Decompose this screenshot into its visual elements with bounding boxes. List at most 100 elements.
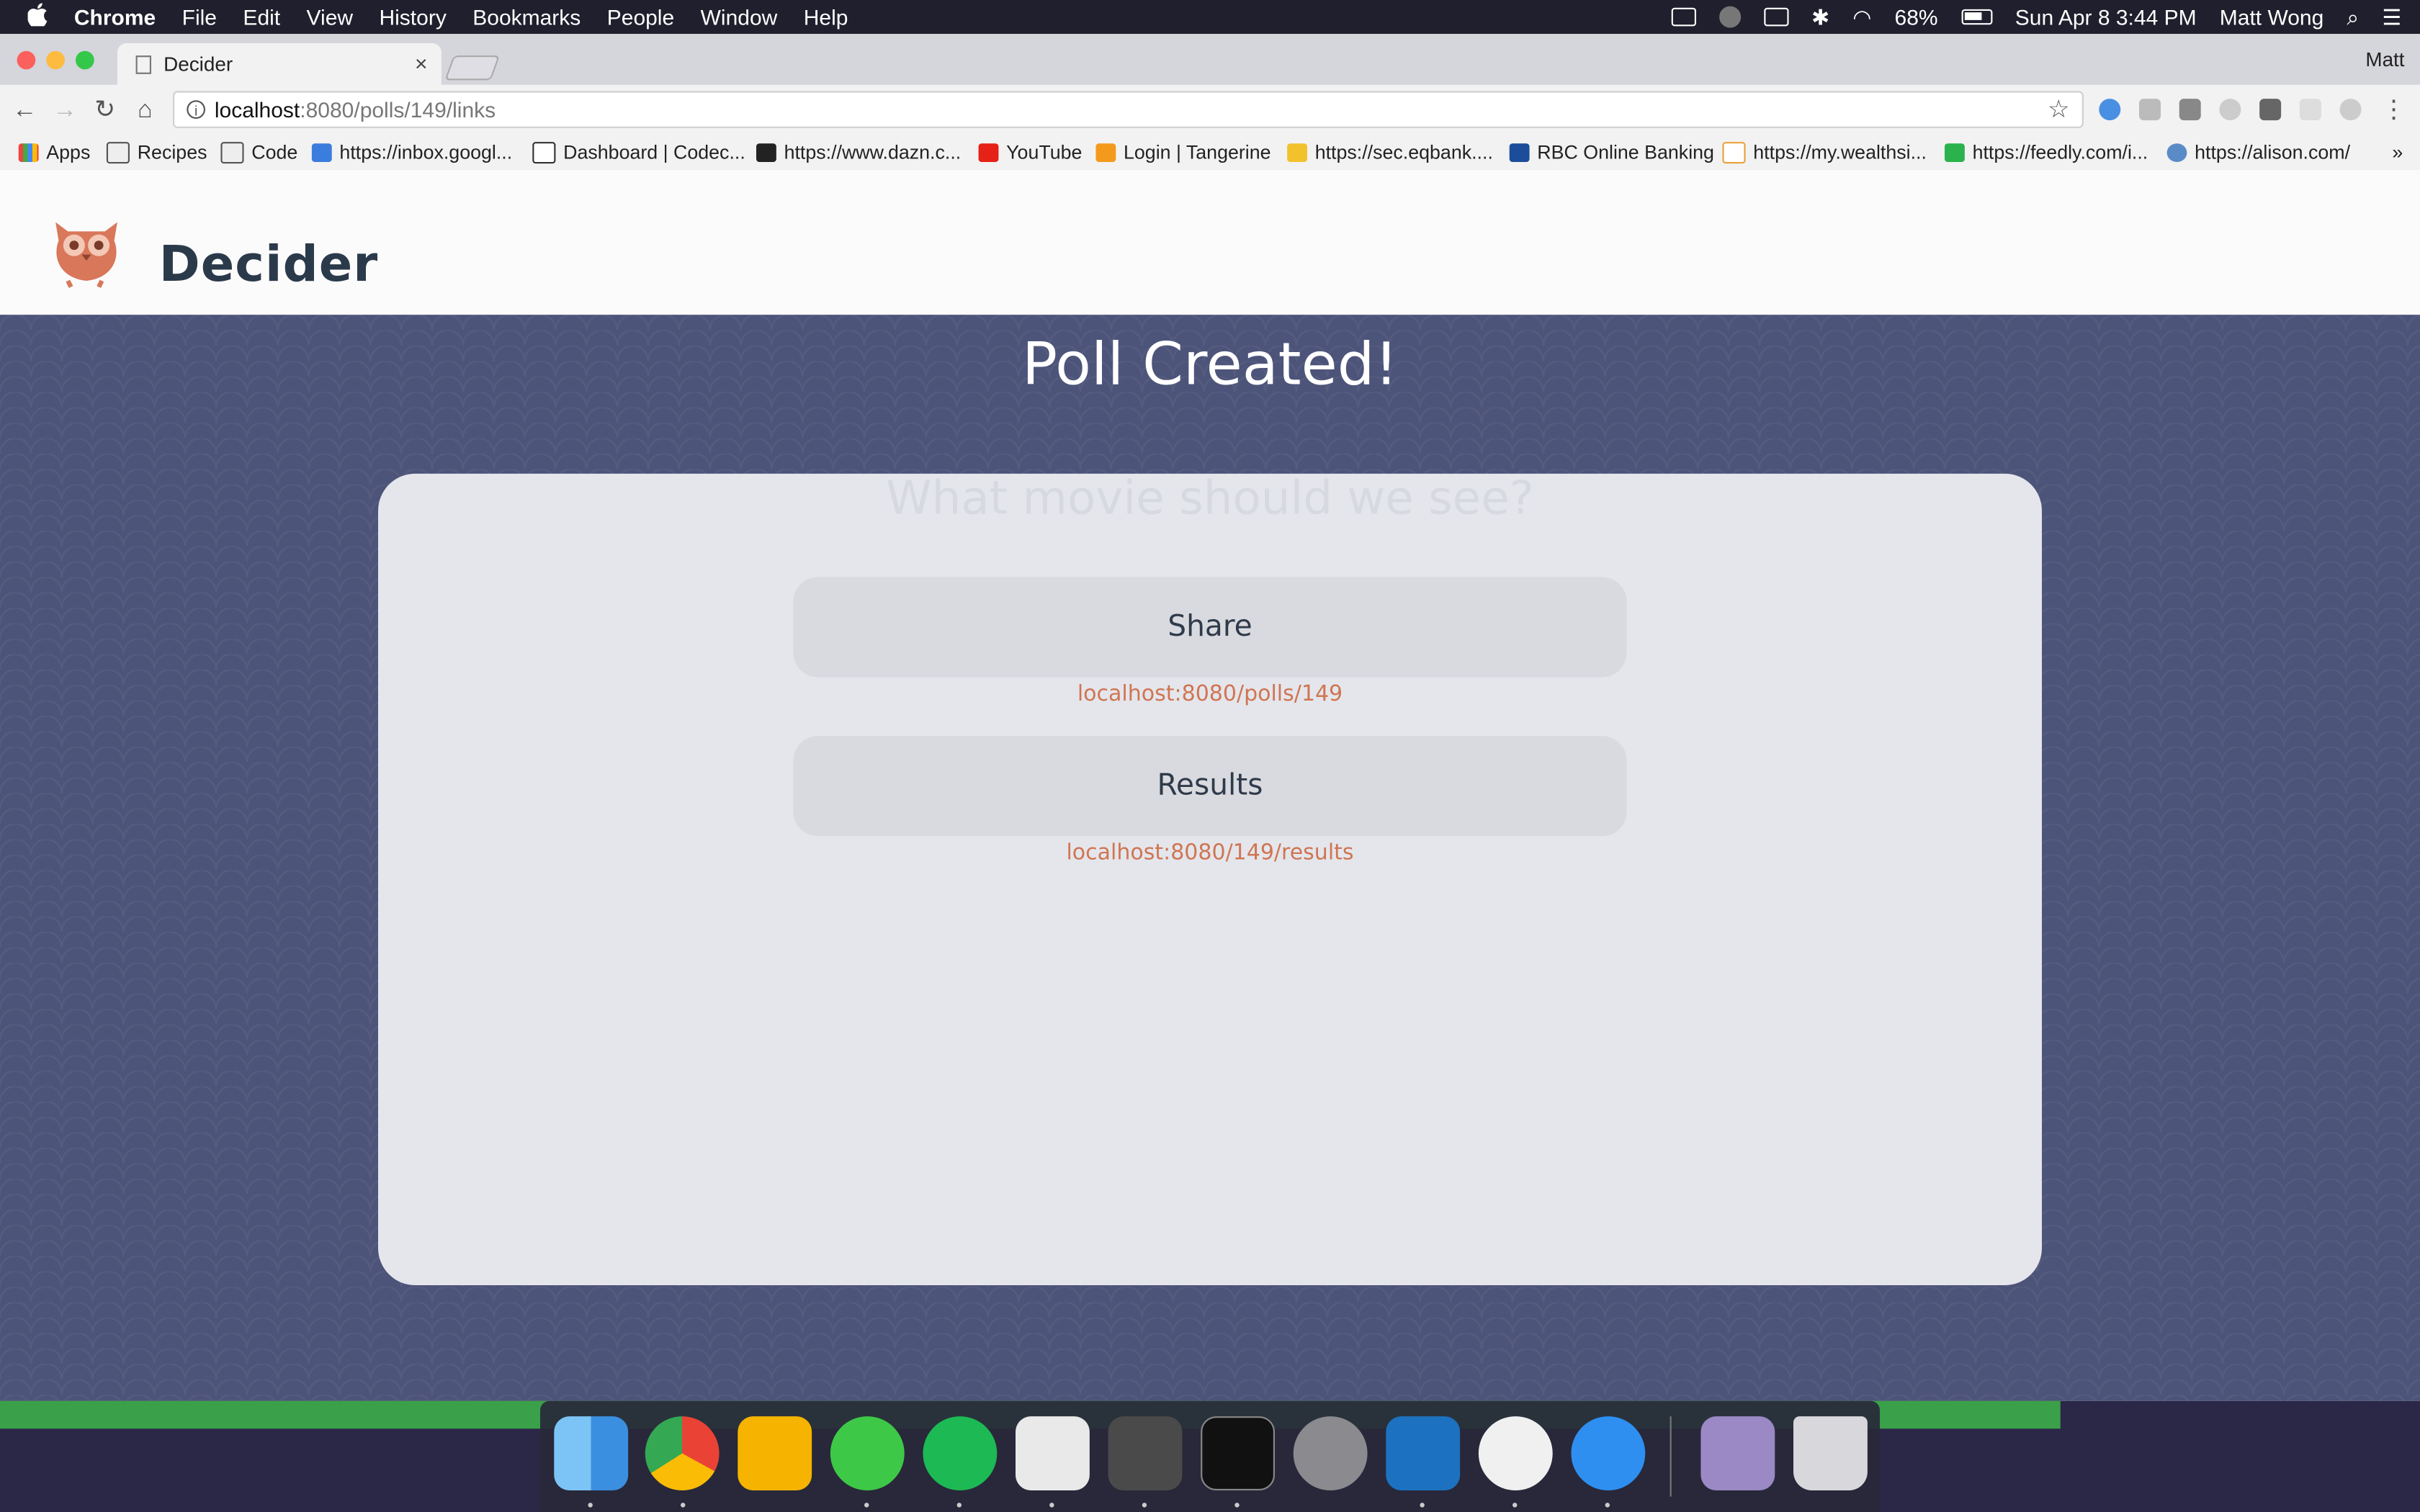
site-info-icon[interactable]: i: [187, 100, 205, 119]
battery-percent[interactable]: 68%: [1895, 4, 1938, 29]
close-window-button[interactable]: [17, 50, 36, 70]
chrome-icon[interactable]: [645, 1416, 720, 1490]
brand-name[interactable]: Decider: [159, 235, 378, 293]
pocket-icon[interactable]: [2259, 99, 2282, 121]
poll-links-card: What movie should we see? Share localhos…: [378, 473, 2042, 1285]
safari-icon[interactable]: [1571, 1416, 1646, 1490]
apple-menu-icon[interactable]: [0, 2, 74, 32]
tab-close-icon[interactable]: ×: [415, 51, 428, 76]
menu-people[interactable]: People: [607, 4, 674, 29]
keep-icon[interactable]: [738, 1416, 812, 1490]
menu-view[interactable]: View: [307, 4, 353, 29]
menu-history[interactable]: History: [379, 4, 446, 29]
spotlight-search-icon[interactable]: ⌕: [2347, 4, 2359, 30]
page-title: Poll Created!: [1021, 330, 1399, 398]
system-preferences-icon[interactable]: [1293, 1416, 1368, 1490]
dock-separator: [1670, 1416, 1672, 1497]
running-indicator: [956, 1503, 962, 1508]
trello-icon[interactable]: [1386, 1416, 1461, 1490]
owl-logo-icon[interactable]: [43, 204, 130, 290]
wifi-icon[interactable]: ◠: [1852, 4, 1871, 30]
new-tab-button[interactable]: [444, 55, 501, 81]
clock[interactable]: Sun Apr 8 3:44 PM: [2015, 4, 2197, 29]
web-page: Decider Poll Created! What movie should …: [0, 169, 2420, 1401]
finder-icon[interactable]: [554, 1416, 629, 1490]
results-button[interactable]: Results: [793, 736, 1627, 837]
menu-chrome[interactable]: Chrome: [74, 4, 156, 29]
spotify-icon[interactable]: [923, 1416, 998, 1490]
site-header: Decider: [0, 169, 2420, 315]
menu-window[interactable]: Window: [701, 4, 778, 29]
extension-google-icon[interactable]: [2099, 99, 2121, 121]
bookmarks-overflow-icon[interactable]: »: [2392, 142, 2403, 163]
menu-file[interactable]: File: [182, 4, 217, 29]
running-indicator: [864, 1503, 869, 1508]
extension-bulb-icon[interactable]: [2179, 99, 2201, 121]
menu-help[interactable]: Help: [804, 4, 848, 29]
bluetooth-icon[interactable]: ✱: [1811, 4, 1829, 30]
bookmark-feedly[interactable]: https://feedly.com/i...: [1945, 142, 2148, 163]
bookmark-star-icon[interactable]: ☆: [2048, 94, 2070, 125]
home-icon[interactable]: ⌂: [131, 97, 159, 125]
reload-icon[interactable]: ↻: [91, 97, 119, 125]
menu-bookmarks[interactable]: Bookmarks: [472, 4, 581, 29]
chrome-menu-icon[interactable]: ⋮: [2380, 97, 2408, 125]
bookmark-codecademy[interactable]: Dashboard | Codec...: [532, 142, 745, 164]
rbc-icon: [1509, 143, 1530, 162]
running-indicator: [1420, 1503, 1425, 1508]
results-link[interactable]: localhost:8080/149/results: [378, 841, 2042, 865]
bookmark-alison[interactable]: https://alison.com/: [2166, 142, 2350, 163]
hat-icon[interactable]: [1718, 6, 1741, 28]
apps-grid-icon: [18, 143, 39, 162]
trash-icon[interactable]: [1793, 1416, 1868, 1490]
display-icon[interactable]: [1670, 7, 1696, 27]
bookmark-youtube[interactable]: YouTube: [978, 142, 1082, 163]
slack-icon[interactable]: [1016, 1416, 1090, 1490]
tab-strip: Decider × Matt: [0, 34, 2420, 85]
whatsapp-icon[interactable]: [830, 1416, 905, 1490]
bookmark-code[interactable]: Code: [220, 142, 297, 164]
dazn-icon: [756, 143, 776, 162]
sublime-icon[interactable]: [1108, 1416, 1183, 1490]
bookmark-inbox[interactable]: https://inbox.googl...: [311, 142, 512, 163]
back-icon[interactable]: ←: [11, 97, 39, 125]
extension-skype-icon[interactable]: [2219, 99, 2241, 121]
bookmark-wealthsimple[interactable]: https://my.wealthsi...: [1722, 142, 1927, 164]
battery-icon[interactable]: [1960, 9, 1992, 25]
hero-section: Poll Created! What movie should we see? …: [0, 315, 2420, 1401]
extension-icon[interactable]: [2139, 99, 2161, 121]
tab-decider[interactable]: Decider ×: [117, 43, 442, 85]
running-indicator: [1142, 1503, 1147, 1508]
running-indicator: [1605, 1503, 1610, 1508]
bookmark-dazn[interactable]: https://www.dazn.c...: [756, 142, 961, 163]
notification-center-icon[interactable]: ☰: [2382, 4, 2401, 30]
forward-icon[interactable]: →: [51, 97, 79, 125]
address-bar[interactable]: i localhost:8080/polls/149/links ☆: [173, 91, 2084, 128]
bookmark-tangerine[interactable]: Login | Tangerine: [1095, 142, 1271, 163]
codecademy-icon: [532, 142, 556, 164]
downloads-icon[interactable]: [1700, 1416, 1775, 1490]
bookmark-apps[interactable]: Apps: [18, 142, 90, 163]
share-link[interactable]: localhost:8080/polls/149: [378, 682, 2042, 706]
bookmark-recipes[interactable]: Recipes: [106, 142, 207, 164]
airplay-icon[interactable]: [1763, 7, 1788, 27]
extension-blank-icon[interactable]: [2299, 99, 2321, 121]
minimize-window-button[interactable]: [46, 50, 65, 70]
bookmark-rbc[interactable]: RBC Online Banking: [1509, 142, 1714, 163]
feedly-icon: [1945, 143, 1965, 162]
bookmark-eqbank[interactable]: https://sec.eqbank....: [1287, 142, 1493, 163]
share-button[interactable]: Share: [793, 577, 1627, 678]
running-indicator: [588, 1503, 593, 1508]
url-host: localhost: [214, 97, 300, 122]
profile-button[interactable]: Matt: [2365, 48, 2404, 71]
browser-toolbar: ← → ↻ ⌂ i localhost:8080/polls/149/links…: [0, 84, 2420, 138]
terminal-icon[interactable]: [1201, 1416, 1275, 1490]
dock: [540, 1400, 1880, 1512]
extension-leaf-icon[interactable]: [2339, 99, 2362, 121]
folder-icon: [220, 142, 244, 164]
zoom-window-button[interactable]: [76, 50, 94, 70]
itunes-icon[interactable]: [1478, 1416, 1553, 1490]
user-name[interactable]: Matt Wong: [2220, 4, 2324, 29]
folder-icon: [106, 142, 130, 164]
menu-edit[interactable]: Edit: [243, 4, 280, 29]
